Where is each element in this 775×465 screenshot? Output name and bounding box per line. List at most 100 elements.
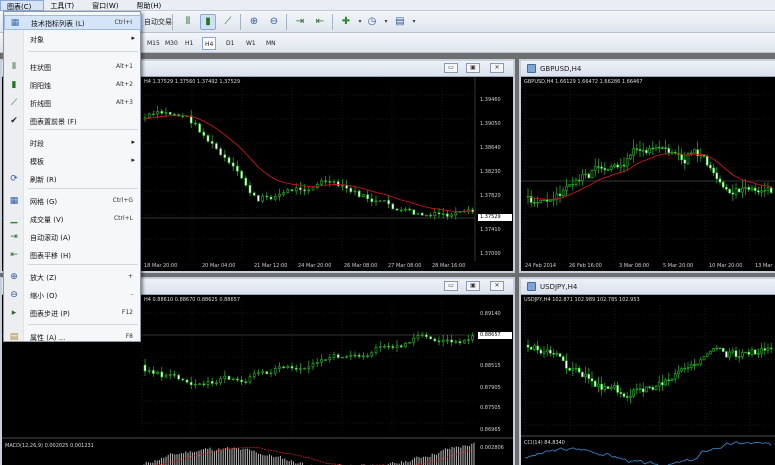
- menu-item[interactable]: 对象 ▸: [4, 32, 141, 47]
- candle: [437, 336, 441, 346]
- chevron-down-icon[interactable]: ▾: [406, 14, 422, 30]
- close-button[interactable]: ✕: [490, 281, 504, 291]
- price-chart[interactable]: USDJPY,H4 102.871 102.989 102.785 102.95…: [521, 295, 775, 465]
- candle: [606, 168, 610, 171]
- candle: [622, 391, 626, 398]
- menu-item-label: 刷新 (R): [30, 176, 57, 184]
- menu-item[interactable]: 时段 ▸: [4, 136, 141, 151]
- candle: [307, 186, 311, 195]
- candle: [725, 184, 728, 192]
- candle: [227, 375, 231, 380]
- submenu-arrow-icon: ▸: [131, 34, 135, 42]
- menu-item-label: 柱状图: [30, 64, 51, 72]
- menu-item[interactable]: ✔ 图表置前景 (F): [4, 114, 141, 129]
- candle: [686, 151, 690, 165]
- timeframe-w1[interactable]: W1: [244, 37, 258, 50]
- timeframe-mn[interactable]: MN: [264, 37, 278, 50]
- candle: [299, 363, 302, 374]
- line-chart-icon[interactable]: ⟋: [220, 14, 236, 30]
- menu-tools[interactable]: 工具(T): [44, 0, 86, 11]
- candle: [324, 176, 327, 186]
- candlestick-icon[interactable]: ▮: [200, 14, 216, 30]
- candle: [661, 375, 664, 391]
- candle: [728, 187, 731, 195]
- chart-window-gbpusd[interactable]: GBPUSD,H4 GBPUSD,H4 1.66129 1.66472 1.66…: [519, 59, 775, 273]
- minimize-button[interactable]: ▭: [444, 281, 458, 291]
- zoom-in-icon[interactable]: ⊕: [246, 14, 262, 30]
- check-icon: ✔: [10, 116, 18, 126]
- menu-item[interactable]: ▮ 阴阳烛 Alt+2: [4, 78, 141, 93]
- candle: [252, 191, 256, 197]
- timeframe-h4[interactable]: H4: [202, 37, 217, 50]
- candle: [536, 196, 539, 208]
- candle: [248, 373, 252, 385]
- toolbar-separator: [172, 14, 173, 30]
- menu-item[interactable]: ▤ 属性 (A) ... F8: [4, 330, 141, 345]
- candle: [315, 357, 319, 367]
- menu-item[interactable]: ▁ 成交量 (V) Ctrl+L: [4, 212, 141, 227]
- candle: [168, 369, 172, 380]
- timeframe-d1[interactable]: D1: [224, 37, 236, 50]
- bar-chart-icon[interactable]: ⫴: [180, 14, 196, 30]
- price-tick: 1.39460: [480, 97, 501, 103]
- menu-item-label: 图表置前景 (F): [30, 118, 77, 126]
- toolbar-separator: [332, 14, 333, 30]
- properties-icon: ▤: [9, 332, 19, 342]
- auto-scroll-icon[interactable]: ⇥: [292, 14, 308, 30]
- chart-shift-icon[interactable]: ⇤: [312, 14, 328, 30]
- candle: [278, 362, 281, 373]
- minimize-button[interactable]: ▭: [444, 63, 458, 73]
- menu-item-shortcut: Alt+1: [116, 63, 133, 70]
- menu-item[interactable]: ▦ 技术指标列表 (L) Ctrl+I: [4, 15, 141, 30]
- time-tick: 13 Mar: [755, 263, 773, 269]
- menu-item[interactable]: ⟳ 刷新 (R): [4, 172, 141, 187]
- price-chart[interactable]: GBPUSD,H4 1.66129 1.66472 1.66286 1.6646…: [521, 77, 775, 271]
- candle: [686, 362, 690, 373]
- candle: [747, 184, 751, 193]
- menu-chart[interactable]: 图表(C): [0, 0, 45, 11]
- candle: [648, 385, 651, 389]
- menu-item[interactable]: ▦ 网格 (G) Ctrl+G: [4, 194, 141, 209]
- candle: [378, 340, 382, 353]
- zoom-out-icon[interactable]: ⊖: [266, 14, 282, 30]
- indicator-list-icon: ▦: [10, 18, 20, 28]
- candle: [399, 207, 403, 213]
- candle: [231, 156, 235, 171]
- maximize-button[interactable]: ▣: [466, 63, 480, 73]
- menu-item[interactable]: ⇥ 自动滚动 (A): [4, 230, 141, 245]
- menu-item[interactable]: ⫴ 柱状图 Alt+1: [4, 60, 141, 75]
- candle: [709, 350, 712, 355]
- candle: [731, 347, 735, 355]
- menu-item[interactable]: ⟋ 折线图 Alt+3: [4, 96, 141, 111]
- menu-item[interactable]: 模板 ▸: [4, 154, 141, 169]
- price-tick: 0.88515: [480, 363, 501, 369]
- chart-window-usdjpy[interactable]: USDJPY,H4 USDJPY,H4 102.871 102.989 102.…: [519, 277, 775, 465]
- timeframe-h1[interactable]: H1: [183, 37, 195, 50]
- menu-item[interactable]: ⇤ 图表平移 (H): [4, 248, 141, 263]
- candle: [156, 370, 159, 375]
- candle: [661, 145, 664, 150]
- maximize-button[interactable]: ▣: [466, 281, 480, 291]
- close-button[interactable]: ✕: [490, 63, 504, 73]
- candle: [370, 350, 374, 358]
- menu-help[interactable]: 帮助(H): [131, 0, 174, 11]
- menu-item[interactable]: ⊖ 缩小 (O) -: [4, 288, 141, 303]
- menu-item-shortcut: +: [127, 273, 133, 280]
- timeframe-m15[interactable]: M15: [145, 37, 162, 50]
- candle: [143, 113, 147, 122]
- candle: [568, 366, 571, 372]
- timeframe-m30[interactable]: M30: [163, 37, 180, 50]
- candle: [194, 379, 197, 389]
- candle: [526, 187, 530, 204]
- auto-trading-button[interactable]: 自动交易: [142, 16, 174, 29]
- candle: [769, 342, 773, 354]
- time-tick: 26 Mar 08:00: [344, 263, 378, 269]
- price-tick: 0.89140: [480, 311, 501, 317]
- candle: [282, 365, 285, 369]
- price-tick: 1.37000: [480, 251, 501, 257]
- menu-window[interactable]: 窗口(W): [86, 0, 130, 11]
- menu-item[interactable]: ⊕ 放大 (Z) +: [4, 270, 141, 285]
- menu-item[interactable]: ▸ 图表步进 (P) F12: [4, 306, 141, 321]
- candle: [152, 366, 155, 377]
- price-scale: 0.89140 0.88515 0.87905 0.87505 0.86965 …: [475, 295, 513, 465]
